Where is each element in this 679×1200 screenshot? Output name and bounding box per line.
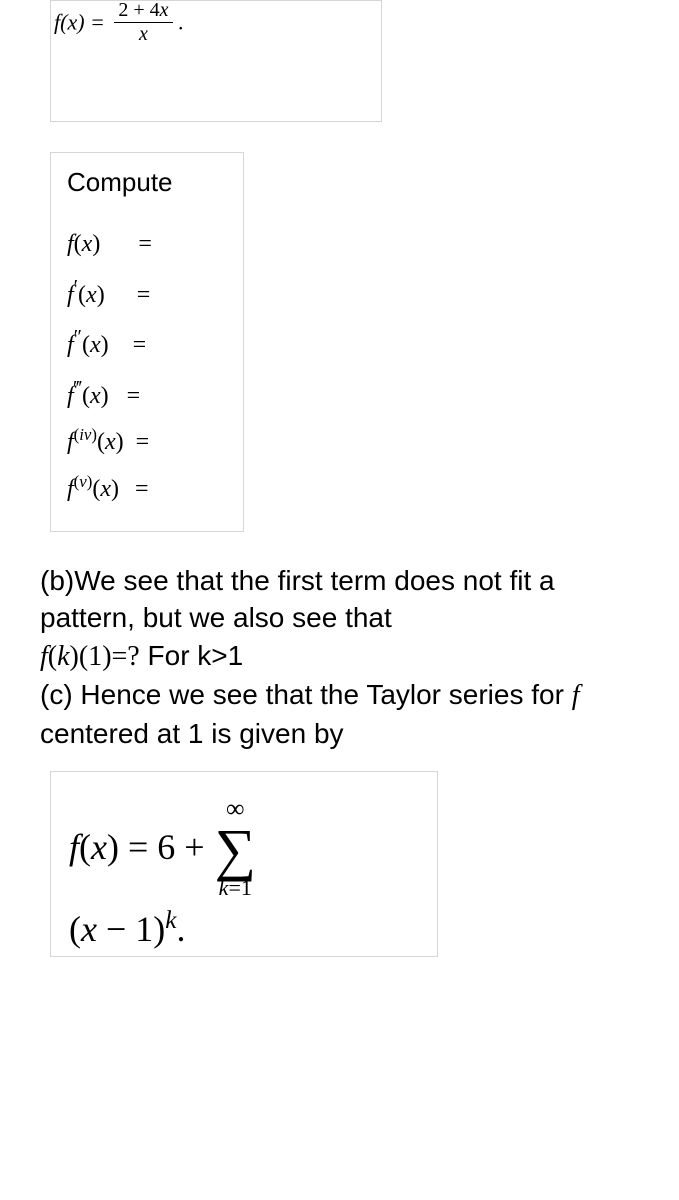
taylor-series-box: f(x) = 6 + ∞ ∑ k=1 (x − 1)k. bbox=[50, 771, 438, 957]
derivative-lhs: f″(x) bbox=[67, 318, 109, 369]
fraction: 2 + 4x x bbox=[114, 0, 172, 46]
text-line-c1: (c) Hence we see that the Taylor series … bbox=[40, 679, 564, 710]
equals-sign: = bbox=[135, 467, 149, 513]
sigma-lower: k=1 bbox=[219, 877, 252, 899]
derivative-lhs: f(x) bbox=[67, 222, 100, 268]
taylor-series-eq: f(x) = 6 + ∞ ∑ k=1 bbox=[69, 796, 419, 899]
function-definition: f(x) = 2 + 4x x . bbox=[54, 1, 184, 48]
derivative-row: f‴(x) = bbox=[67, 369, 227, 420]
compute-title: Compute bbox=[67, 167, 227, 198]
sigma-notation: ∞ ∑ k=1 bbox=[215, 796, 256, 899]
equals-sign: = bbox=[138, 222, 152, 268]
derivative-lhs: f(iv)(x) bbox=[67, 419, 124, 466]
derivative-row: f′(x) = bbox=[67, 268, 227, 319]
derivative-lhs: f′(x) bbox=[67, 268, 105, 319]
derivative-row: f(v)(x) = bbox=[67, 466, 227, 513]
equals-sign: = bbox=[133, 323, 147, 369]
equals-sign: = bbox=[137, 273, 151, 319]
derivative-row: f(iv)(x) = bbox=[67, 419, 227, 466]
equals-sign: = bbox=[127, 374, 141, 420]
series-term: (x − 1)k. bbox=[69, 907, 419, 950]
derivative-lhs: f‴(x) bbox=[67, 369, 109, 420]
fraction-numerator: 2 + 4x bbox=[114, 0, 172, 23]
fk-expr: f(k)(1)=? bbox=[40, 641, 140, 672]
definition-box: f(x) = 2 + 4x x . bbox=[50, 0, 382, 122]
sigma-symbol: ∑ bbox=[215, 822, 256, 877]
explanation-text: (b)We see that the first term does not f… bbox=[40, 562, 639, 753]
fx-eq-lhs: f(x) = bbox=[54, 10, 105, 35]
text-line-c2: centered at 1 is given by bbox=[40, 718, 344, 749]
derivative-list: f(x) = f′(x) = f″(x) = f‴(x) = f(iv)(x) bbox=[67, 222, 227, 513]
text-line-b1: (b)We see that the first term does not f… bbox=[40, 565, 555, 634]
text-for-k: For k>1 bbox=[140, 640, 243, 671]
derivative-row: f″(x) = bbox=[67, 318, 227, 369]
derivative-lhs: f(v)(x) bbox=[67, 466, 119, 513]
derivative-row: f(x) = bbox=[67, 222, 227, 268]
equals-sign: = bbox=[136, 420, 150, 466]
f-italic: f bbox=[572, 680, 580, 711]
fraction-denominator: x bbox=[114, 23, 172, 46]
compute-box: Compute f(x) = f′(x) = f″(x) = f‴(x) = bbox=[50, 152, 244, 532]
definition-period: . bbox=[178, 10, 184, 35]
series-lhs: f(x) = 6 + bbox=[69, 826, 205, 868]
